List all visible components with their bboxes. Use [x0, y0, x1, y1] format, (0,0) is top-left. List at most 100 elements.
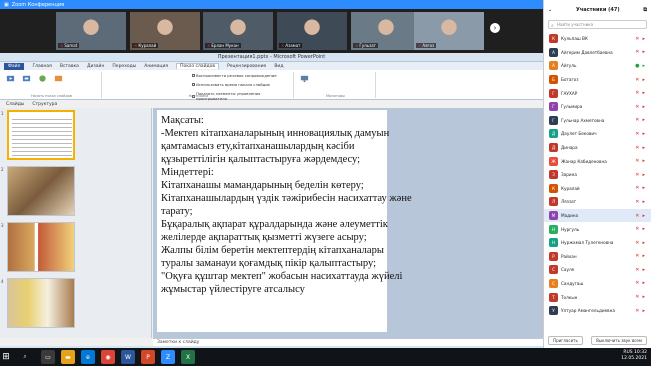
participant-row[interactable]: М Мадина ✕ ▸ — [544, 208, 651, 223]
mute-all-button[interactable]: Выключить звук всем — [591, 335, 647, 345]
tab-review[interactable]: Рецензирование — [227, 64, 266, 69]
video-tile[interactable]: ✕ Аягоз — [414, 12, 484, 50]
mic-muted-icon: ✕ — [635, 103, 640, 110]
file-explorer-icon[interactable]: ▬ — [61, 350, 75, 364]
participant-row[interactable]: Г ГАУХАР ✕ ▸ — [544, 86, 651, 100]
participant-row[interactable]: Л Ляззат ✕ ▸ — [544, 195, 651, 209]
participant-status: ✕ ▸ — [635, 226, 645, 232]
video-tile[interactable]: ✕ Гульзат — [351, 12, 421, 50]
tab-transitions[interactable]: Переходы — [112, 64, 136, 69]
avatar: Г — [549, 88, 558, 98]
participant-row[interactable]: Н Нуржамал Тулегеновна ✕ ▸ — [544, 236, 651, 250]
participant-row[interactable]: Т Толкын ✕ ▸ — [544, 290, 651, 304]
video-tile[interactable]: ✕ Азамат — [277, 12, 347, 50]
slide-text-line: қамтамасыз ету,кітапханашылардың кәсіби — [161, 141, 355, 152]
chrome-icon[interactable]: ◉ — [101, 350, 115, 364]
invite-button[interactable]: Пригласить — [548, 335, 583, 345]
current-slide[interactable]: Мақсаты: -Мектеп кітапханаларының инновац… — [157, 110, 412, 332]
participant-status: ✕ ▸ — [635, 131, 645, 137]
system-tray[interactable]: RUS 10:32 12.05.2021 — [621, 350, 647, 362]
participant-name: Нургуль — [561, 226, 580, 232]
participant-row[interactable]: Г Гульнар Ахметовна ✕ ▸ — [544, 114, 651, 128]
participant-row[interactable]: К Куралай ✕ ▸ — [544, 182, 651, 196]
participant-search-input[interactable]: ⌕ Найти участника — [548, 20, 647, 29]
slide-thumbnail-3[interactable] — [7, 222, 75, 272]
tab-home[interactable]: Главная — [32, 64, 51, 69]
slide-number: 1 — [1, 111, 4, 116]
mic-muted-icon: ✕ — [635, 76, 640, 83]
thumbnail-preview — [8, 167, 74, 215]
participant-row[interactable]: Ж Жанар Кабиденовна ✕ ▸ — [544, 154, 651, 168]
participant-status: ✕ ▸ — [635, 90, 645, 96]
participant-name: Гульзат — [359, 43, 376, 48]
video-tile[interactable]: ✕ Куралай — [130, 12, 200, 50]
participant-status: ✕ ▸ — [635, 145, 645, 151]
tab-file[interactable]: Файл — [4, 62, 25, 70]
avatar: Д — [549, 129, 558, 139]
avatar: К — [549, 34, 558, 44]
tab-insert[interactable]: Вставка — [60, 64, 79, 69]
windows-start-icon[interactable]: ⊞ — [0, 348, 12, 366]
participant-row[interactable]: Н Нургуль ✕ ▸ — [544, 222, 651, 236]
panel-collapse-icon[interactable]: ⌄ — [548, 0, 552, 20]
task-view-icon[interactable]: ▭ — [41, 350, 55, 364]
avatar: Д — [549, 143, 558, 153]
tab-slides[interactable]: Слайды — [6, 102, 24, 107]
tab-outline[interactable]: Структура — [32, 102, 57, 107]
slide-text-line: Жалпы білім беретін мектептердің кітапха… — [161, 245, 384, 256]
mic-muted-icon: ✕ — [635, 226, 640, 233]
participant-row[interactable]: С Сандугаш ✕ ▸ — [544, 277, 651, 291]
participant-status: ✕ ▸ — [635, 294, 645, 300]
slide-thumbnail-4[interactable] — [7, 278, 75, 328]
slide-thumbnail-2[interactable] — [7, 166, 75, 216]
participant-row[interactable]: Д Даулет Бекович ✕ ▸ — [544, 127, 651, 141]
video-tile[interactable]: ✕ Ерлан Мукан — [203, 12, 273, 50]
tab-design[interactable]: Дизайн — [87, 64, 104, 69]
avatar: С — [549, 265, 558, 275]
word-icon[interactable]: W — [121, 350, 135, 364]
video-off-icon: ▸ — [642, 144, 645, 151]
windows-taskbar: ⊞ ⌕ ▭ ▬ e ◉ W P Z X RUS 10:32 12.05.2021 — [0, 348, 651, 366]
participant-row[interactable]: А Айгуль ● ▸ — [544, 59, 651, 73]
next-page-arrow-icon[interactable]: › — [490, 23, 500, 33]
slide-editor: Мақсаты: -Мектеп кітапханаларының инновац… — [153, 108, 543, 338]
participant-row[interactable]: К Кульпаш ВК ✕ ▸ — [544, 32, 651, 46]
edge-icon[interactable]: e — [81, 350, 95, 364]
participant-row[interactable]: А Айгерим Давлетбаевна ✕ ▸ — [544, 46, 651, 60]
participant-row[interactable]: У Ултуар Амангельдиевна ✕ ▸ — [544, 304, 651, 318]
participant-name: Кульпаш ВК — [561, 36, 588, 42]
tab-slide-show[interactable]: Показ слайдов — [176, 63, 220, 69]
excel-icon[interactable]: X — [181, 350, 195, 364]
mic-muted-icon: ✕ — [635, 239, 640, 246]
checkbox-timings[interactable]: Использовать время показа слайдов — [192, 82, 291, 87]
mic-muted-icon: ✕ — [635, 280, 640, 287]
thumbnail-preview — [8, 279, 74, 327]
video-strip: ✕ Samat ✕ Куралай ✕ Ерлан Мукан ✕ Азамат ✕ Гу… — [0, 9, 543, 53]
slide-text-line: -Мектеп кітапханаларының инновациялық да… — [161, 128, 390, 139]
participant-status: ✕ ▸ — [635, 199, 645, 205]
participant-row[interactable]: З Зарина ✕ ▸ — [544, 168, 651, 182]
taskbar-search-icon[interactable]: ⌕ — [12, 350, 38, 364]
participant-name: Азамат — [285, 43, 301, 48]
thumbnail-preview — [8, 223, 74, 271]
video-tile[interactable]: ✕ Samat — [56, 12, 126, 50]
participant-row[interactable]: Г Гульмира ✕ ▸ — [544, 100, 651, 114]
zoom-icon[interactable]: Z — [161, 350, 175, 364]
tab-view[interactable]: Вид — [274, 64, 283, 69]
slide-number: 2 — [1, 167, 4, 172]
participant-row[interactable]: Р Райхан ✕ ▸ — [544, 250, 651, 264]
notes-pane[interactable]: Заметки к слайду — [153, 338, 543, 346]
participant-row[interactable]: Д Динара ✕ ▸ — [544, 141, 651, 155]
checkbox-narration[interactable]: Воспроизвести речевое сопровождение — [192, 73, 291, 78]
slideshow-icon — [6, 75, 15, 82]
video-off-icon: ▸ — [642, 130, 645, 137]
powerpoint-icon[interactable]: P — [141, 350, 155, 364]
participant-row[interactable]: С Сауле ✕ ▸ — [544, 263, 651, 277]
tab-animations[interactable]: Анимация — [144, 64, 168, 69]
panel-popout-icon[interactable]: ⧉ — [643, 0, 647, 20]
mic-muted-icon: ✕ — [635, 198, 640, 205]
participant-name: Жанар Кабиденовна — [561, 158, 607, 164]
participant-row[interactable]: Б Ботагоз ✕ ▸ — [544, 73, 651, 87]
slide-thumbnail-1[interactable] — [7, 110, 75, 160]
ribbon-group-label: Начать показ слайдов — [30, 94, 73, 98]
